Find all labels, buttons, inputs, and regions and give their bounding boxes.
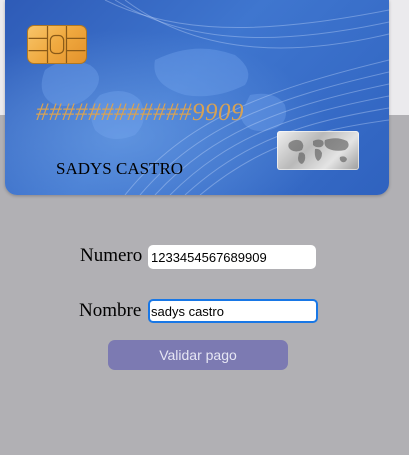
card-chip-icon (27, 25, 87, 64)
world-map-hologram-icon (277, 131, 359, 170)
card-number: ############9909 (36, 99, 244, 126)
credit-card-preview: ############9909 SADYS CASTRO (5, 0, 389, 195)
validate-payment-button[interactable]: Validar pago (108, 340, 288, 370)
card-holder-name: SADYS CASTRO (56, 159, 184, 178)
number-label: Numero (80, 245, 143, 266)
name-label: Nombre (79, 300, 142, 321)
card-number-input[interactable] (148, 245, 316, 269)
card-holder-input[interactable] (148, 299, 318, 323)
